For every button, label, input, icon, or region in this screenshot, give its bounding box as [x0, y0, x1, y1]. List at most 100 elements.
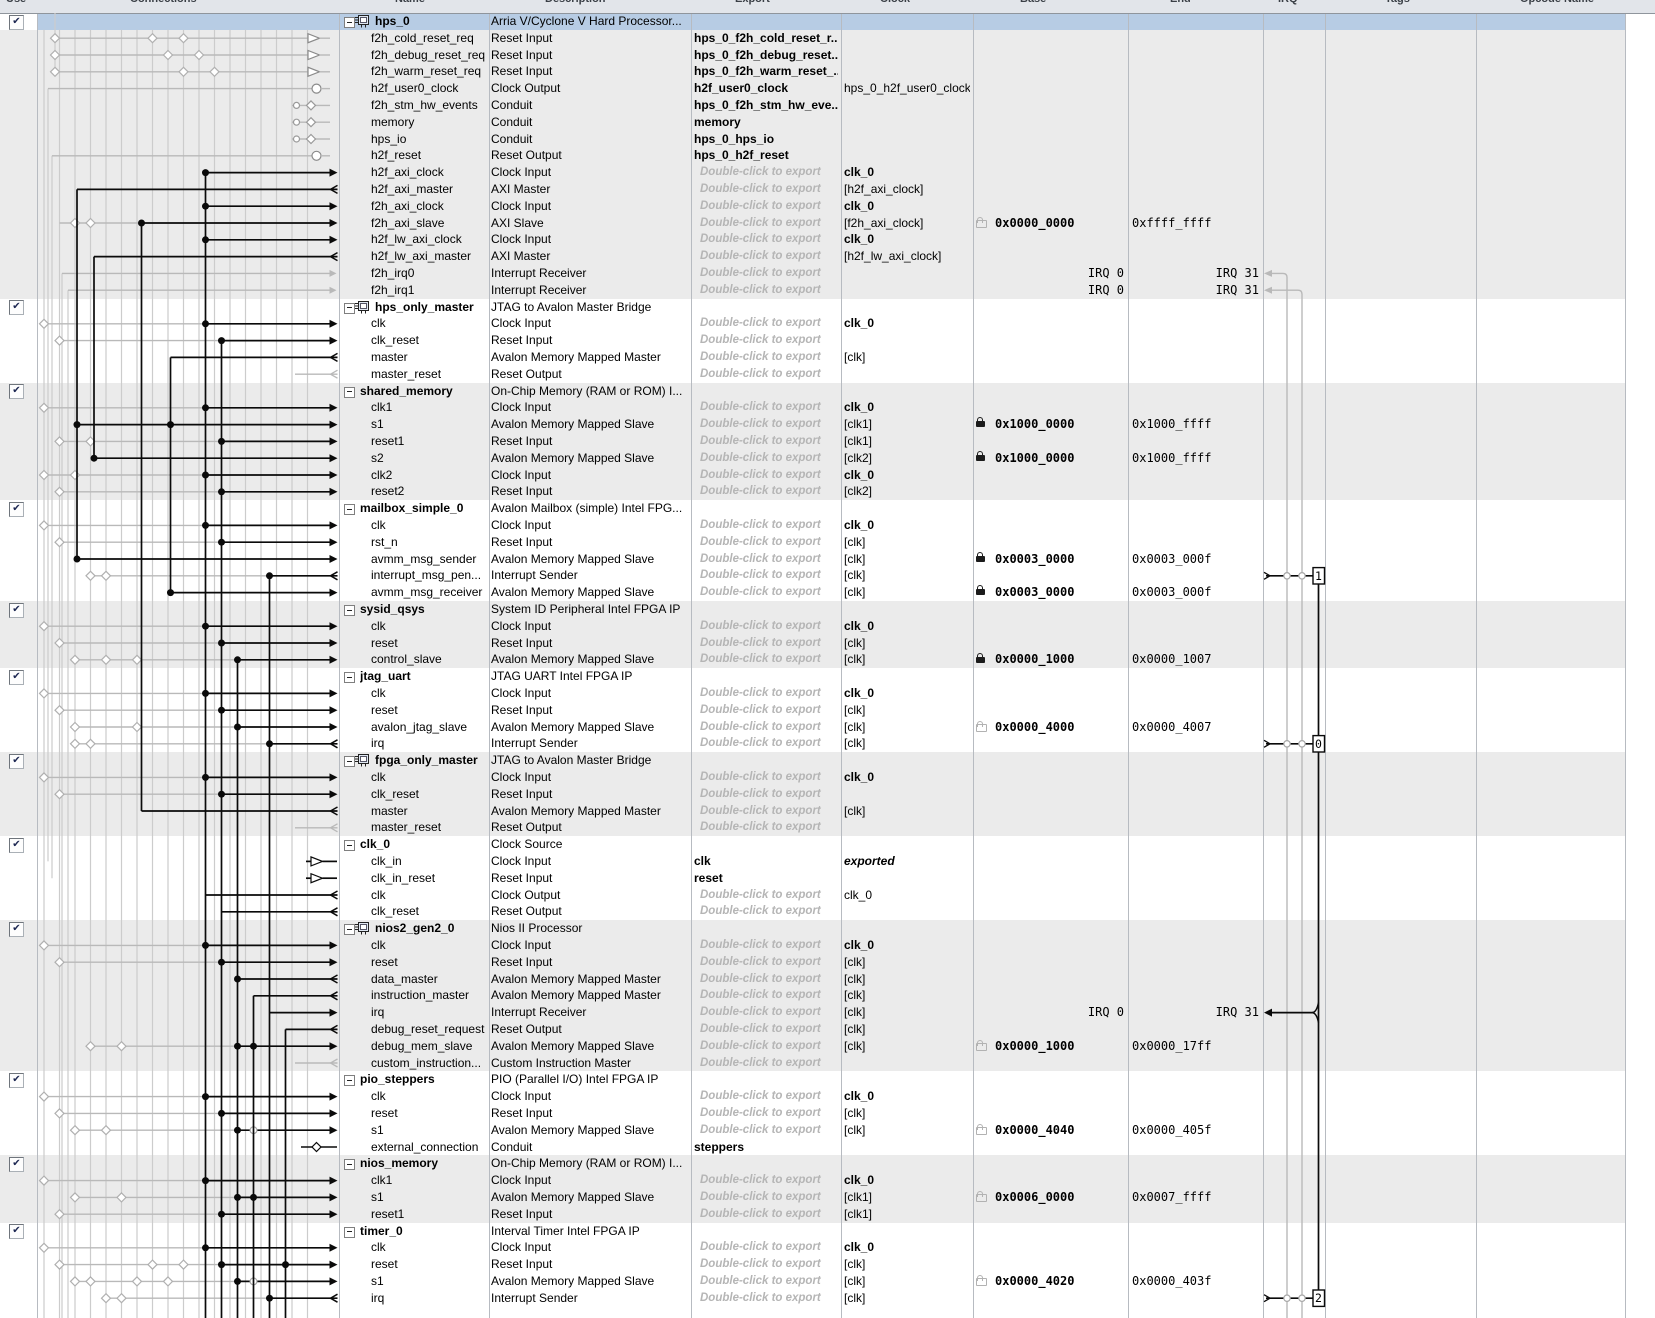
- port-name[interactable]: h2f_axi_clock: [371, 164, 487, 181]
- port-name[interactable]: f2h_warm_reset_req: [371, 63, 487, 80]
- port-row-s1[interactable]: s1Avalon Memory Mapped SlaveDouble-click…: [0, 1122, 1655, 1139]
- port-row-master[interactable]: masterAvalon Memory Mapped MasterDouble-…: [0, 349, 1655, 366]
- column-header-base[interactable]: Base: [1020, 0, 1046, 5]
- export-placeholder[interactable]: Double-click to export: [700, 467, 838, 484]
- port-row-s1[interactable]: s1Avalon Memory Mapped SlaveDouble-click…: [0, 416, 1655, 433]
- export-placeholder[interactable]: Double-click to export: [700, 215, 838, 232]
- port-name[interactable]: master_reset: [371, 366, 487, 383]
- port-row-clk[interactable]: clkClock InputDouble-click to exportclk_…: [0, 1088, 1655, 1105]
- component-row-pio_steppers[interactable]: ✔pio_steppersPIO (Parallel I/O) Intel FP…: [0, 1071, 1655, 1088]
- port-row-clk[interactable]: clkClock InputDouble-click to exportclk_…: [0, 1239, 1655, 1256]
- port-row-instruction_master[interactable]: instruction_masterAvalon Memory Mapped M…: [0, 987, 1655, 1004]
- port-name[interactable]: clk1: [371, 399, 487, 416]
- column-header-connections[interactable]: Connections: [130, 0, 197, 5]
- port-name[interactable]: clk: [371, 769, 487, 786]
- export-placeholder[interactable]: Double-click to export: [700, 551, 838, 568]
- use-checkbox[interactable]: ✔: [9, 838, 24, 853]
- use-checkbox[interactable]: ✔: [9, 603, 24, 618]
- port-name[interactable]: reset2: [371, 483, 487, 500]
- port-row-master[interactable]: masterAvalon Memory Mapped MasterDouble-…: [0, 803, 1655, 820]
- use-checkbox[interactable]: ✔: [9, 502, 24, 517]
- port-name[interactable]: hps_io: [371, 131, 487, 148]
- export-name[interactable]: hps_0_hps_io: [694, 131, 838, 148]
- port-name[interactable]: reset: [371, 702, 487, 719]
- export-placeholder[interactable]: Double-click to export: [700, 769, 838, 786]
- export-name[interactable]: h2f_user0_clock: [694, 80, 838, 97]
- port-row-h2f_axi_master[interactable]: h2f_axi_masterAXI MasterDouble-click to …: [0, 181, 1655, 198]
- column-header-export[interactable]: Export: [735, 0, 770, 5]
- port-row-clk2[interactable]: clk2Clock InputDouble-click to exportclk…: [0, 467, 1655, 484]
- base-address[interactable]: 0x1000_0000: [995, 416, 1123, 433]
- base-address[interactable]: 0x0000_4040: [995, 1122, 1123, 1139]
- export-name[interactable]: hps_0_f2h_warm_reset_...: [694, 63, 838, 80]
- port-row-irq[interactable]: irqInterrupt SenderDouble-click to expor…: [0, 1290, 1655, 1307]
- collapse-icon[interactable]: [344, 756, 355, 767]
- port-row-master_reset[interactable]: master_resetReset OutputDouble-click to …: [0, 819, 1655, 836]
- base-address[interactable]: 0x0000_1000: [995, 651, 1123, 668]
- collapse-icon[interactable]: [344, 17, 355, 28]
- port-name[interactable]: h2f_user0_clock: [371, 80, 487, 97]
- port-row-s1[interactable]: s1Avalon Memory Mapped SlaveDouble-click…: [0, 1189, 1655, 1206]
- port-row-h2f_reset[interactable]: h2f_resetReset Outputhps_0_h2f_reset: [0, 147, 1655, 164]
- collapse-icon[interactable]: [344, 1075, 355, 1086]
- port-name[interactable]: f2h_irq1: [371, 282, 487, 299]
- port-name[interactable]: f2h_debug_reset_req: [371, 47, 487, 64]
- export-placeholder[interactable]: Double-click to export: [700, 332, 838, 349]
- port-name[interactable]: s1: [371, 416, 487, 433]
- port-row-clk_reset[interactable]: clk_resetReset InputDouble-click to expo…: [0, 332, 1655, 349]
- port-name[interactable]: f2h_stm_hw_events: [371, 97, 487, 114]
- column-header-tags[interactable]: Tags: [1385, 0, 1410, 5]
- port-row-h2f_axi_clock[interactable]: h2f_axi_clockClock InputDouble-click to …: [0, 164, 1655, 181]
- export-placeholder[interactable]: Double-click to export: [700, 181, 838, 198]
- component-row-fpga_only_master[interactable]: ✔fpga_only_masterJTAG to Avalon Master B…: [0, 752, 1655, 769]
- port-row-reset[interactable]: resetReset InputDouble-click to export[c…: [0, 702, 1655, 719]
- export-placeholder[interactable]: Double-click to export: [700, 1273, 838, 1290]
- port-name[interactable]: f2h_irq0: [371, 265, 487, 282]
- column-header-clock[interactable]: Clock: [880, 0, 910, 5]
- port-row-avalon_jtag_slave[interactable]: avalon_jtag_slaveAvalon Memory Mapped Sl…: [0, 719, 1655, 736]
- export-placeholder[interactable]: Double-click to export: [700, 618, 838, 635]
- port-name[interactable]: clk: [371, 685, 487, 702]
- export-placeholder[interactable]: Double-click to export: [700, 903, 838, 920]
- port-row-reset1[interactable]: reset1Reset InputDouble-click to export[…: [0, 1206, 1655, 1223]
- export-placeholder[interactable]: Double-click to export: [700, 987, 838, 1004]
- port-name[interactable]: clk_in_reset: [371, 870, 487, 887]
- column-header-opcode-name[interactable]: Opcode Name: [1520, 0, 1594, 5]
- export-name[interactable]: hps_0_h2f_reset: [694, 147, 838, 164]
- export-placeholder[interactable]: Double-click to export: [700, 803, 838, 820]
- base-address[interactable]: 0x0000_4020: [995, 1273, 1123, 1290]
- port-row-memory[interactable]: memoryConduitmemory: [0, 114, 1655, 131]
- port-name[interactable]: h2f_reset: [371, 147, 487, 164]
- port-row-irq[interactable]: irqInterrupt SenderDouble-click to expor…: [0, 735, 1655, 752]
- export-placeholder[interactable]: Double-click to export: [700, 366, 838, 383]
- use-checkbox[interactable]: ✔: [9, 1157, 24, 1172]
- port-row-f2h_axi_clock[interactable]: f2h_axi_clockClock InputDouble-click to …: [0, 198, 1655, 215]
- port-name[interactable]: avalon_jtag_slave: [371, 719, 487, 736]
- export-placeholder[interactable]: Double-click to export: [700, 735, 838, 752]
- port-name[interactable]: s2: [371, 450, 487, 467]
- port-row-clk[interactable]: clkClock InputDouble-click to exportclk_…: [0, 315, 1655, 332]
- port-row-f2h_stm_hw_events[interactable]: f2h_stm_hw_eventsConduithps_0_f2h_stm_hw…: [0, 97, 1655, 114]
- export-placeholder[interactable]: Double-click to export: [700, 1239, 838, 1256]
- use-checkbox[interactable]: ✔: [9, 922, 24, 937]
- port-name[interactable]: clk_reset: [371, 903, 487, 920]
- port-name[interactable]: f2h_axi_slave: [371, 215, 487, 232]
- export-placeholder[interactable]: Double-click to export: [700, 685, 838, 702]
- port-row-external_connection[interactable]: external_connectionConduitsteppers: [0, 1139, 1655, 1156]
- export-placeholder[interactable]: Double-click to export: [700, 1105, 838, 1122]
- port-row-f2h_warm_reset_req[interactable]: f2h_warm_reset_reqReset Inputhps_0_f2h_w…: [0, 63, 1655, 80]
- port-name[interactable]: master: [371, 349, 487, 366]
- port-name[interactable]: s1: [371, 1273, 487, 1290]
- component-row-mailbox_simple_0[interactable]: ✔mailbox_simple_0Avalon Mailbox (simple)…: [0, 500, 1655, 517]
- export-placeholder[interactable]: Double-click to export: [700, 1088, 838, 1105]
- unlock-icon[interactable]: [976, 724, 987, 732]
- component-name[interactable]: jtag_uart: [360, 668, 487, 685]
- use-checkbox[interactable]: ✔: [9, 670, 24, 685]
- port-name[interactable]: instruction_master: [371, 987, 487, 1004]
- port-row-h2f_lw_axi_master[interactable]: h2f_lw_axi_masterAXI MasterDouble-click …: [0, 248, 1655, 265]
- export-placeholder[interactable]: Double-click to export: [700, 1122, 838, 1139]
- component-name[interactable]: hps_only_master: [375, 299, 487, 316]
- port-row-clk[interactable]: clkClock OutputDouble-click to exportclk…: [0, 887, 1655, 904]
- export-name[interactable]: hps_0_f2h_debug_reset...: [694, 47, 838, 64]
- port-name[interactable]: custom_instruction...: [371, 1055, 487, 1072]
